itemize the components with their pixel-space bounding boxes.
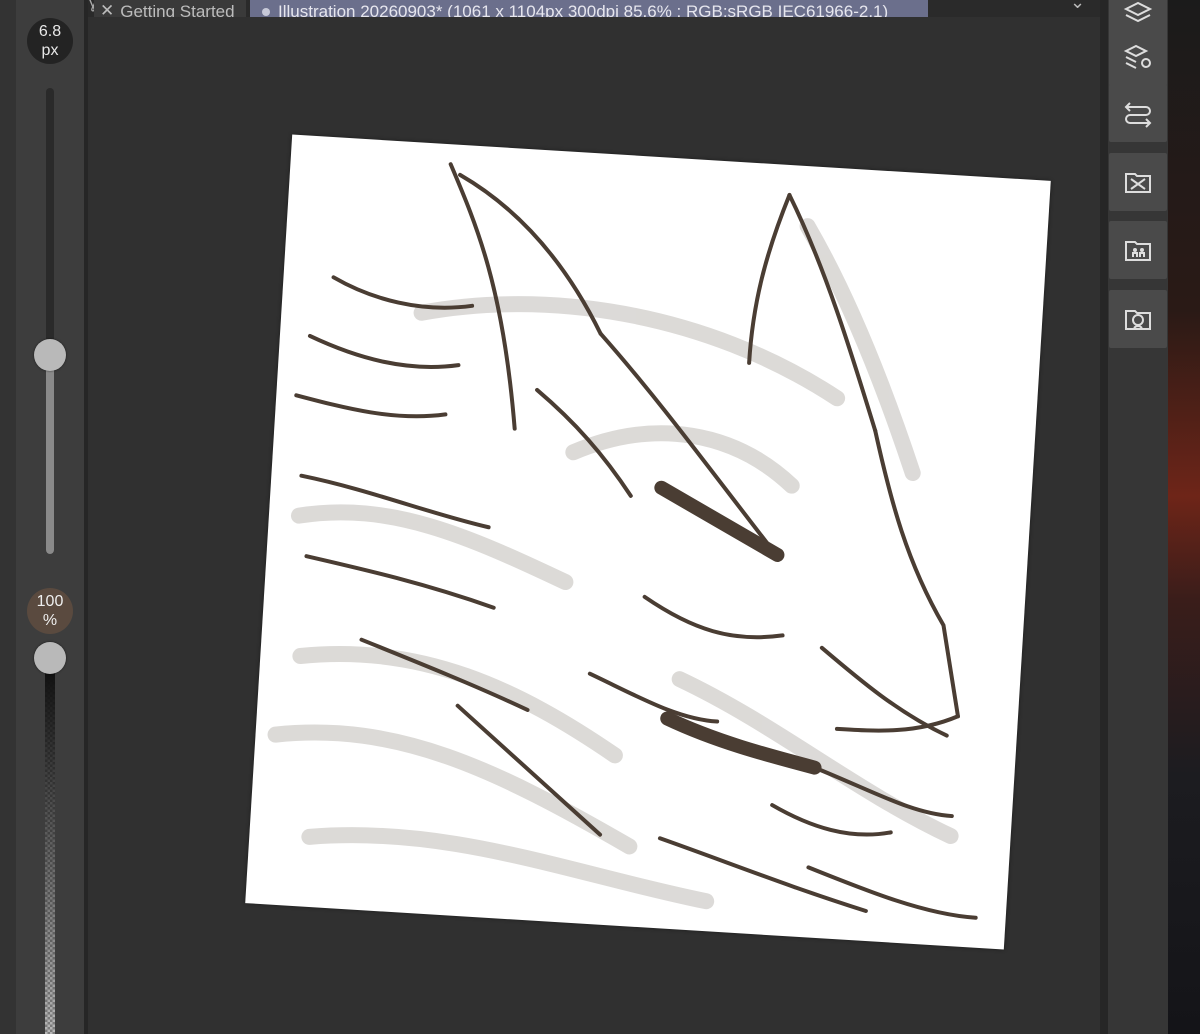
brush-size-unit: px [41, 42, 59, 59]
face-folder-icon [1125, 310, 1151, 330]
right-panel-divider [1100, 0, 1108, 1034]
brush-opacity-value: 100 [36, 593, 64, 610]
artwork-canvas[interactable] [245, 134, 1051, 950]
material-folder-icon [1125, 173, 1151, 193]
desktop-background [1168, 0, 1200, 1034]
chevron-down-icon[interactable]: ⌄ [1070, 0, 1085, 13]
material-folder-button[interactable] [1109, 153, 1167, 211]
brush-size-fill [46, 354, 54, 554]
layer-property-icon [1123, 44, 1151, 69]
tab-illustration[interactable]: Illustration 20260903* (1061 x 1104px 30… [250, 0, 928, 17]
layers-icon [1123, 1, 1153, 23]
character-folder-button[interactable] [1109, 221, 1167, 279]
wolf-sketch [267, 162, 978, 920]
brush-opacity-unit: % [42, 612, 58, 629]
layer-property-button[interactable] [1109, 28, 1167, 86]
character-folder-icon [1125, 241, 1151, 261]
brush-size-slider[interactable] [46, 88, 54, 554]
close-icon[interactable]: ✕ [100, 1, 114, 17]
brush-opacity-slider[interactable] [45, 672, 55, 1034]
tab-label: Illustration 20260903* (1061 x 1104px 30… [278, 2, 889, 17]
canvas-area[interactable] [88, 17, 1100, 1034]
document-tab-strip: ɣ ✕ Getting Started Illustration 2026090… [88, 0, 1100, 17]
tab-getting-started[interactable]: ✕ Getting Started [94, 0, 246, 17]
brush-size-thumb[interactable] [34, 339, 66, 371]
tab-label: Getting Started [120, 2, 235, 17]
face-folder-button[interactable] [1109, 290, 1167, 348]
unsaved-dot-icon [262, 8, 270, 16]
brush-size-value: 6.8 [38, 23, 62, 40]
left-edge [0, 0, 16, 1034]
history-icon [1124, 102, 1152, 128]
brush-opacity-thumb[interactable] [34, 642, 66, 674]
history-button[interactable] [1109, 84, 1167, 142]
brush-opacity-readout[interactable]: 100 % [27, 588, 73, 634]
brush-size-readout[interactable]: 6.8 px [27, 18, 73, 64]
